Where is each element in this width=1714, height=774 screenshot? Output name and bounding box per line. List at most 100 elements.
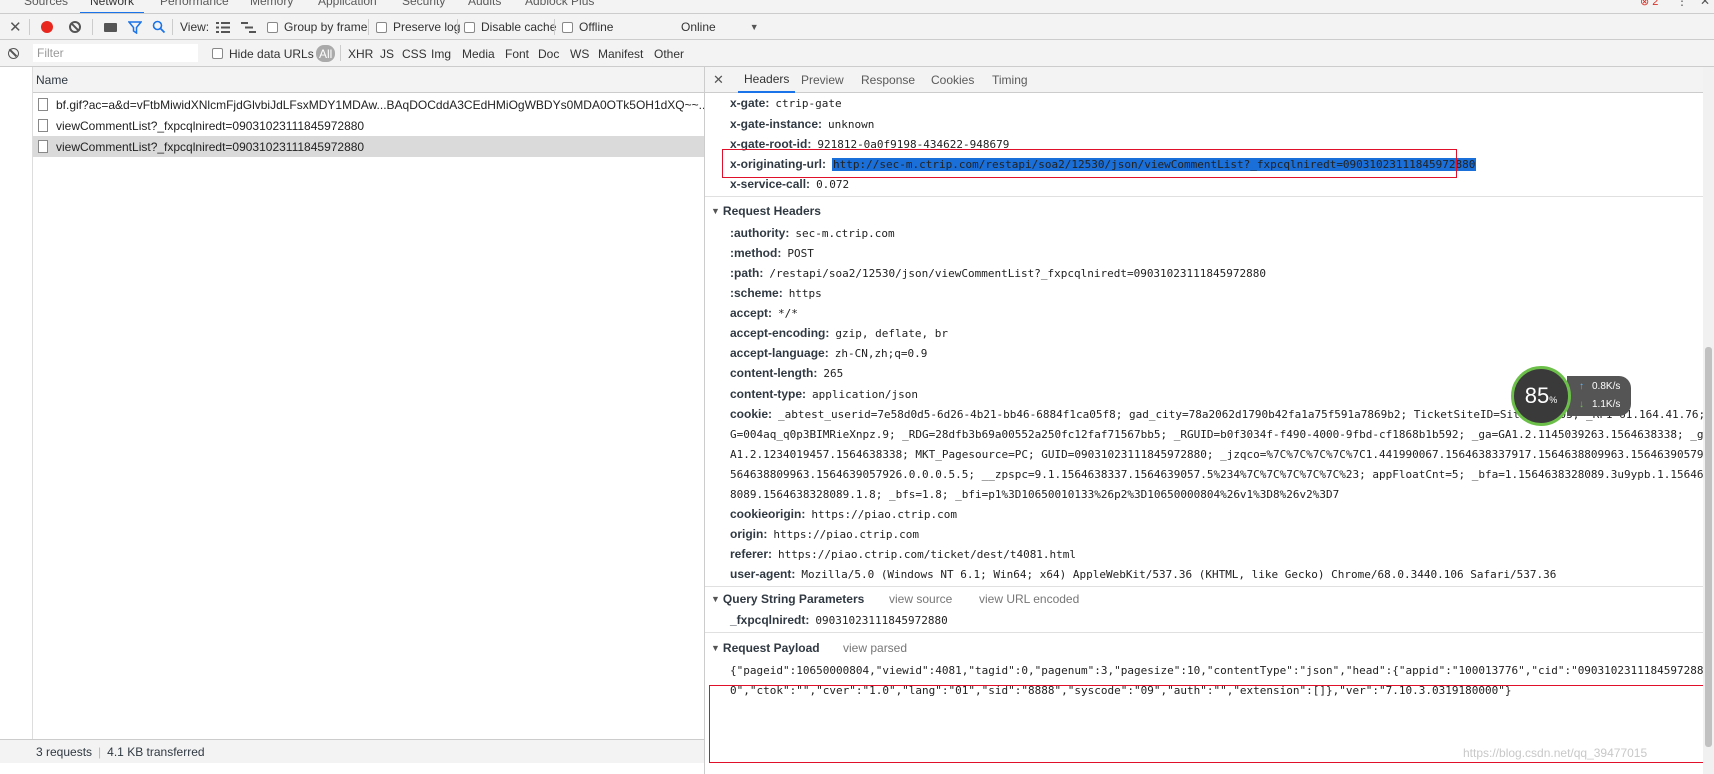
search-button[interactable] <box>152 14 166 40</box>
tab-memory[interactable]: Memory <box>250 0 293 8</box>
speed-readout: ↑ 0.8K/s ↓ 1.1K/s <box>1567 376 1631 416</box>
header-key: x-service-call: <box>730 177 811 191</box>
view-label: View: <box>180 20 210 34</box>
large-rows-toggle[interactable] <box>216 14 230 40</box>
header-row: :scheme: https <box>730 283 822 303</box>
request-name: viewCommentList?_fxpcqlniredt=0903102311… <box>56 118 365 133</box>
section-title: Request Headers <box>722 204 821 218</box>
clear-button[interactable] <box>69 14 81 40</box>
filter-type-xhr[interactable]: XHR <box>348 40 373 67</box>
list-view-icon <box>216 21 230 33</box>
tab-performance[interactable]: Performance <box>160 0 229 8</box>
tab-preview[interactable]: Preview <box>801 67 844 93</box>
section-title: Request Payload <box>722 641 820 655</box>
filter-type-css[interactable]: CSS <box>402 40 427 67</box>
group-by-frame-checkbox[interactable]: Group by frame <box>267 14 367 40</box>
header-row: accept-language: zh-CN,zh;q=0.9 <box>730 343 927 363</box>
name-column-header[interactable]: Name <box>33 67 705 93</box>
checkbox-icon <box>464 21 475 33</box>
tab-response[interactable]: Response <box>861 67 915 93</box>
preserve-log-checkbox[interactable]: Preserve log <box>376 14 460 40</box>
checkbox-icon <box>562 21 573 33</box>
header-value: POST <box>787 246 814 260</box>
tab-cookies[interactable]: Cookies <box>931 67 974 93</box>
request-headers-section-toggle[interactable]: ▼ Request Headers <box>711 201 821 221</box>
scrollbar-thumb[interactable] <box>1705 347 1712 747</box>
details-scrollbar[interactable] <box>1703 67 1714 774</box>
header-value: ctrip-gate <box>775 96 842 110</box>
filter-type-manifest[interactable]: Manifest <box>598 40 643 67</box>
header-row: :path: /restapi/soa2/12530/json/viewComme… <box>730 263 1266 283</box>
view-url-encoded-link[interactable]: view URL encoded <box>979 589 1079 609</box>
header-value: https <box>788 286 822 300</box>
filter-toggle-button[interactable] <box>128 14 142 40</box>
view-source-link[interactable]: view source <box>889 589 952 609</box>
header-value: https://piao.ctrip.com/ticket/dest/t4081… <box>778 547 1077 561</box>
waterfall-icon <box>241 21 256 33</box>
header-key: :authority: <box>730 226 790 240</box>
record-icon <box>41 21 53 33</box>
offline-label: Offline <box>579 20 614 34</box>
header-value: 265 <box>823 366 844 380</box>
filter-input[interactable] <box>33 44 198 62</box>
block-icon[interactable] <box>8 40 19 67</box>
header-key: cookie: <box>730 407 773 421</box>
tab-security[interactable]: Security <box>402 0 445 8</box>
header-key: cookieorigin: <box>730 507 806 521</box>
record-button[interactable] <box>41 14 53 40</box>
overview-toggle[interactable] <box>241 14 256 40</box>
header-key: x-gate-instance: <box>730 117 823 131</box>
triangle-down-icon: ▼ <box>711 594 720 604</box>
request-row[interactable]: viewCommentList?_fxpcqlniredt=0903102311… <box>33 115 705 136</box>
filter-type-media[interactable]: Media <box>462 40 495 67</box>
offline-checkbox[interactable]: Offline <box>562 14 613 40</box>
filter-type-doc[interactable]: Doc <box>538 40 559 67</box>
header-row: user-agent: Mozilla/5.0 (Windows NT 6.1; … <box>730 564 1556 584</box>
filter-type-img[interactable]: Img <box>431 40 451 67</box>
tab-sources[interactable]: Sources <box>24 0 68 8</box>
capture-screenshots-button[interactable] <box>104 14 117 40</box>
request-row[interactable]: bf.gif?ac=a&d=vFtbMiwidXNlcmFjdGlvbiJdLF… <box>33 94 705 115</box>
cookie-continuation: 564638809963.1564639057926.0.0.0.5.5; __… <box>730 467 1714 481</box>
header-value: https://piao.ctrip.com <box>811 507 958 521</box>
header-row: :authority: sec-m.ctrip.com <box>730 223 895 243</box>
error-count-badge[interactable]: ⊗ 2 <box>1640 0 1658 8</box>
request-row-selected[interactable]: viewCommentList?_fxpcqlniredt=0903102311… <box>33 136 705 157</box>
network-toolbar: ✕ View: Group by frame Preserve log Disa… <box>0 14 1714 40</box>
net-speed-widget[interactable]: ↑ 0.8K/s ↓ 1.1K/s 85% <box>1511 366 1631 426</box>
header-value: 0.072 <box>816 177 850 191</box>
throttling-select[interactable]: Online ▼ <box>681 14 759 40</box>
close-drawer-icon[interactable]: ✕ <box>9 14 22 40</box>
more-options-icon[interactable]: ⋮ <box>1676 0 1688 8</box>
arrow-up-icon: ↑ <box>1579 381 1584 392</box>
throttling-value: Online <box>681 20 716 34</box>
funnel-icon <box>128 20 142 34</box>
tab-adblock-plus[interactable]: Adblock Plus <box>525 0 594 8</box>
tab-network[interactable]: Network <box>80 0 145 13</box>
usage-percent: 85 <box>1524 383 1550 408</box>
hide-data-urls-label: Hide data URLs <box>229 46 314 61</box>
header-row: content-type: application/json <box>730 384 918 404</box>
header-value: unknown <box>828 117 875 131</box>
query-params-section-toggle[interactable]: ▼ Query String Parameters <box>711 589 864 609</box>
header-row: x-gate: ctrip-gate <box>730 93 842 113</box>
filter-type-js[interactable]: JS <box>380 40 394 67</box>
hide-data-urls-checkbox[interactable]: Hide data URLs <box>212 40 314 67</box>
filter-type-all[interactable]: All <box>316 45 336 62</box>
clear-icon <box>69 21 81 33</box>
header-row: origin: https://piao.ctrip.com <box>730 524 919 544</box>
filter-type-ws[interactable]: WS <box>570 40 589 67</box>
tab-audits[interactable]: Audits <box>468 0 501 8</box>
video-camera-icon <box>104 22 117 32</box>
filter-type-font[interactable]: Font <box>505 40 529 67</box>
close-devtools-icon[interactable]: ✕ <box>1700 0 1710 8</box>
disable-cache-checkbox[interactable]: Disable cache <box>464 14 556 40</box>
payload-section-toggle[interactable]: ▼ Request Payload <box>711 638 820 658</box>
view-parsed-link[interactable]: view parsed <box>843 638 907 658</box>
tab-application[interactable]: Application <box>318 0 377 8</box>
close-details-icon[interactable]: ✕ <box>713 67 724 93</box>
tab-timing[interactable]: Timing <box>992 67 1028 93</box>
watermark: https://blog.csdn.net/qq_39477015 <box>1463 746 1648 760</box>
tab-headers[interactable]: Headers <box>738 67 796 93</box>
filter-type-other[interactable]: Other <box>654 40 684 67</box>
